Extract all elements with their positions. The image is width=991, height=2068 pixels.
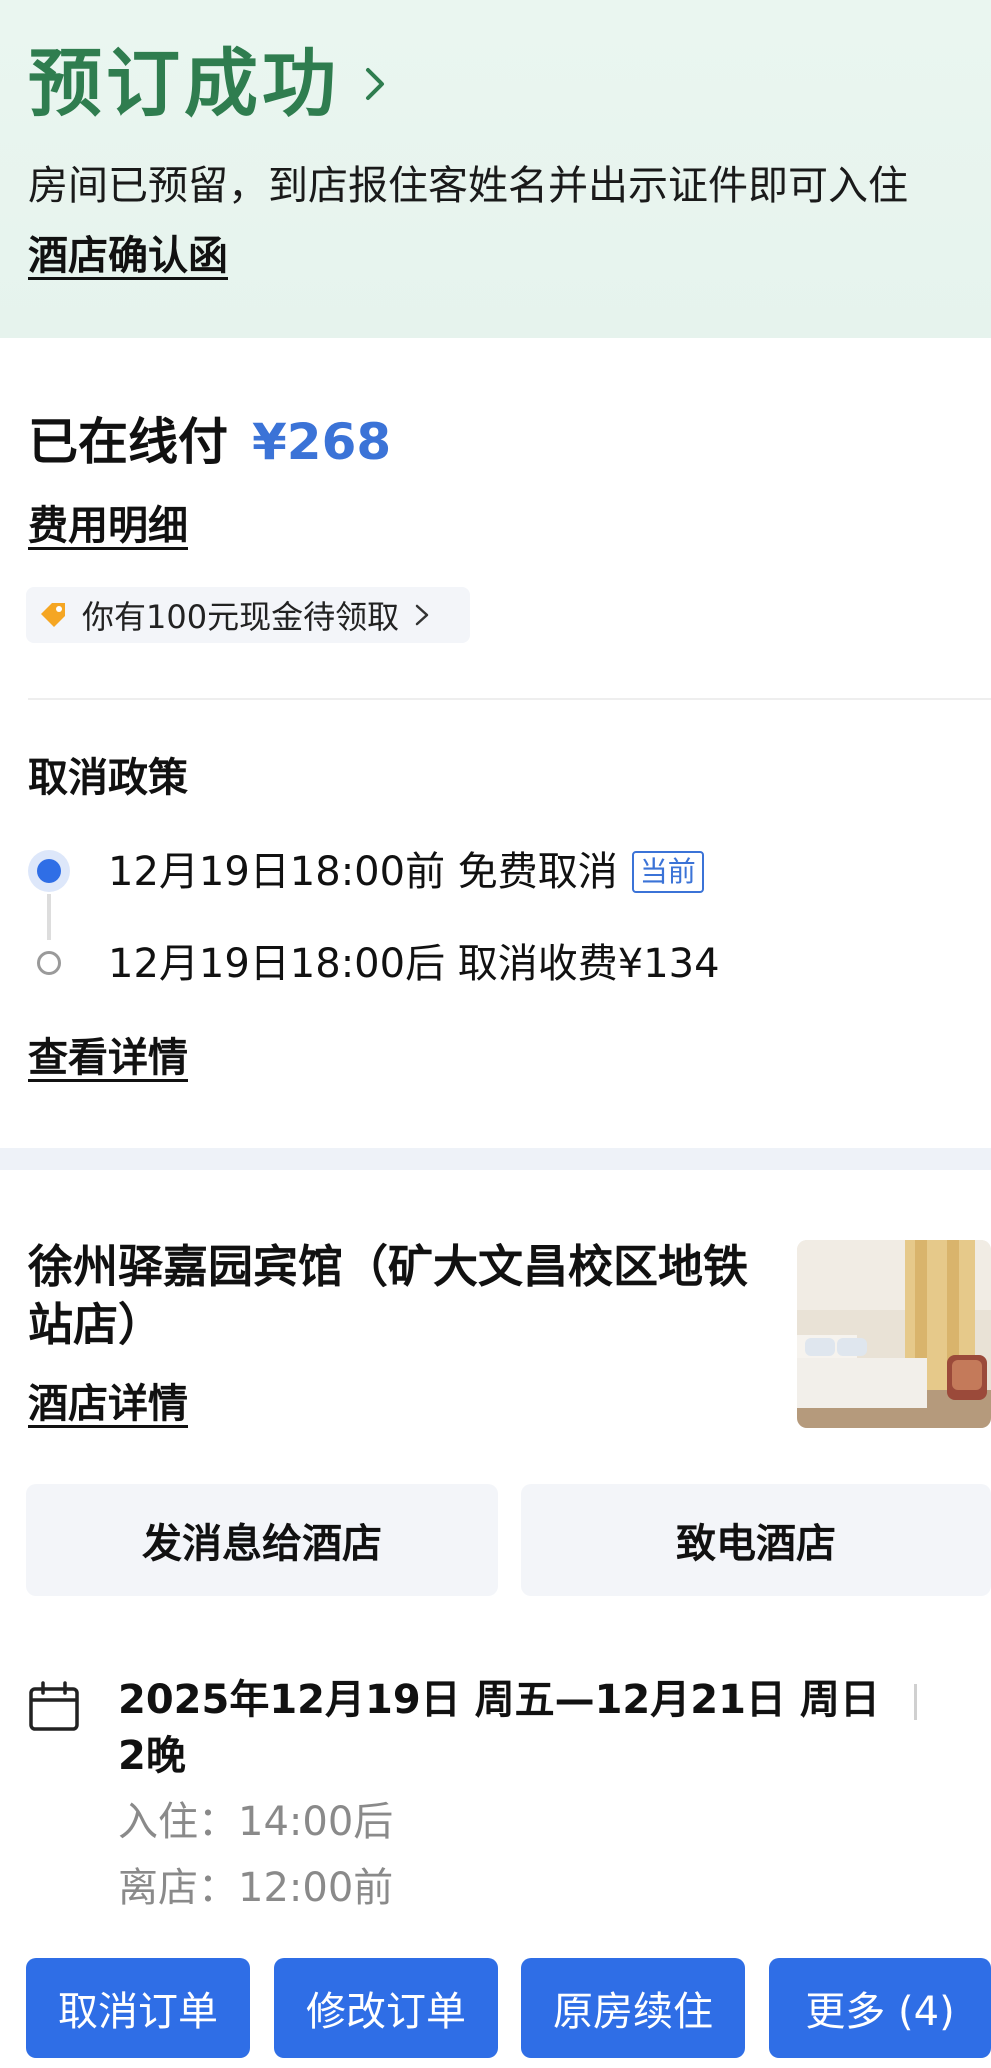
confirmation-letter-link[interactable]: 酒店确认函 xyxy=(28,230,228,282)
stay-nights: 2晚 xyxy=(118,1733,186,1779)
extend-stay-button[interactable]: 原房续住 xyxy=(521,1958,745,2058)
checkin-time: 入住：14:00后 xyxy=(118,1799,394,1845)
view-details-link[interactable]: 查看详情 xyxy=(28,1032,188,1084)
policy-row-free-cancel: 12月19日18:00前 免费取消 当前 xyxy=(108,846,704,898)
policy-row-paid-cancel: 12月19日18:00后 取消收费¥134 xyxy=(108,938,720,990)
cash-promo-banner[interactable]: 你有100元现金待领取 xyxy=(26,587,470,643)
page-title[interactable]: 预订成功 xyxy=(28,38,340,130)
calendar-icon xyxy=(29,1681,79,1731)
success-banner: 预订成功 房间已预留，到店报住客姓名并出示证件即可入住 酒店确认函 xyxy=(0,0,991,338)
modify-order-button[interactable]: 修改订单 xyxy=(274,1958,498,2058)
checkout-time: 离店：12:00前 xyxy=(118,1865,394,1911)
fee-detail-link[interactable]: 费用明细 xyxy=(28,500,188,552)
more-actions-button[interactable]: 更多 (4) xyxy=(769,1958,991,2058)
divider xyxy=(28,698,991,700)
chevron-right-icon[interactable] xyxy=(360,62,390,106)
policy-text: 12月19日18:00前 免费取消 xyxy=(108,849,618,895)
paid-amount: ¥268 xyxy=(252,413,392,471)
booking-description: 房间已预留，到店报住客姓名并出示证件即可入住 xyxy=(28,163,908,209)
section-divider xyxy=(0,1148,991,1170)
hotel-room-photo[interactable] xyxy=(797,1240,991,1428)
separator xyxy=(914,1684,917,1720)
hotel-name[interactable]: 徐州驿嘉园宾馆（矿大文昌校区地铁站店） xyxy=(28,1238,768,1354)
cancel-order-button[interactable]: 取消订单 xyxy=(26,1958,250,2058)
hotel-detail-link[interactable]: 酒店详情 xyxy=(28,1378,188,1430)
timeline-current-dot xyxy=(28,850,70,892)
cash-promo-text: 你有100元现金待领取 xyxy=(82,598,400,636)
timeline-connector xyxy=(47,894,51,940)
cancellation-policy-title: 取消政策 xyxy=(28,755,188,801)
paid-label: 已在线付 xyxy=(28,413,228,471)
stay-dates: 2025年12月19日 周五—12月21日 周日 xyxy=(118,1677,880,1723)
policy-text: 12月19日18:00后 取消收费¥134 xyxy=(108,941,720,987)
timeline-future-dot xyxy=(37,951,61,975)
message-hotel-button[interactable]: 发消息给酒店 xyxy=(26,1484,498,1596)
coupon-tag-icon xyxy=(41,603,65,627)
current-badge: 当前 xyxy=(631,851,704,893)
chevron-right-icon xyxy=(415,604,429,626)
call-hotel-button[interactable]: 致电酒店 xyxy=(521,1484,991,1596)
